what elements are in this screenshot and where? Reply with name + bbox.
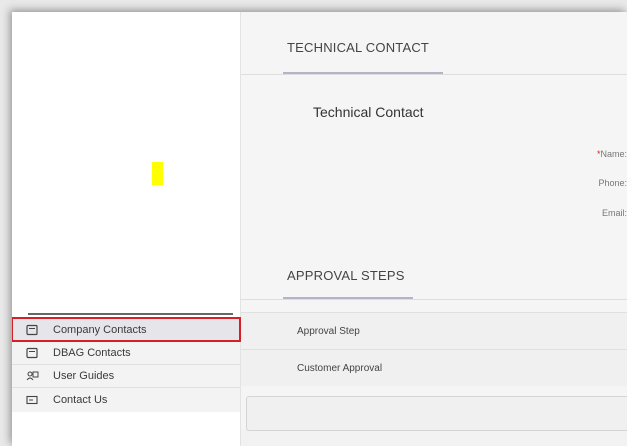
- app-window: Company Contacts DBAG Contacts User Guid…: [12, 12, 627, 446]
- sidebar-item-contact-us[interactable]: Contact Us: [12, 387, 240, 412]
- sidebar-item-label: Contact Us: [53, 394, 108, 406]
- contact-card-icon: [25, 346, 39, 360]
- user-guide-icon: [25, 369, 39, 383]
- technical-contact-section-title: TECHNICAL CONTACT: [287, 40, 430, 55]
- bottom-strip: [241, 429, 627, 446]
- sidebar-item-label: Company Contacts: [53, 324, 147, 336]
- customer-approval-row[interactable]: Customer Approval: [241, 349, 627, 386]
- sidebar-item-dbag-contacts[interactable]: DBAG Contacts: [12, 341, 240, 364]
- contact-card-icon: [25, 323, 39, 337]
- sidebar-item-label: DBAG Contacts: [53, 347, 131, 359]
- sidebar-divider: [28, 313, 233, 315]
- email-field-label: Email:: [601, 208, 627, 218]
- name-field-label: *Name:: [596, 149, 627, 159]
- approval-steps-section-title: APPROVAL STEPS: [287, 268, 405, 283]
- approval-row-label: Customer Approval: [297, 362, 383, 374]
- contact-us-icon: [25, 393, 39, 407]
- approval-step-row[interactable]: Approval Step: [241, 312, 627, 349]
- phone-field-label: Phone:: [598, 178, 627, 188]
- footer-action-bar: [246, 396, 627, 431]
- section-divider: [241, 299, 627, 300]
- approval-row-label: Approval Step: [297, 325, 360, 337]
- sidebar-item-company-contacts[interactable]: Company Contacts: [12, 317, 241, 342]
- yellow-highlight-marker: [152, 162, 163, 185]
- sidebar-item-label: User Guides: [53, 370, 115, 382]
- sidebar-nav: Company Contacts DBAG Contacts User Guid…: [12, 317, 241, 412]
- sidebar: Company Contacts DBAG Contacts User Guid…: [12, 12, 241, 446]
- sidebar-item-user-guides[interactable]: User Guides: [12, 364, 240, 387]
- main-content: TECHNICAL CONTACT Technical Contact *Nam…: [241, 12, 627, 446]
- technical-contact-heading: Technical Contact: [313, 104, 424, 120]
- section-divider: [241, 74, 627, 75]
